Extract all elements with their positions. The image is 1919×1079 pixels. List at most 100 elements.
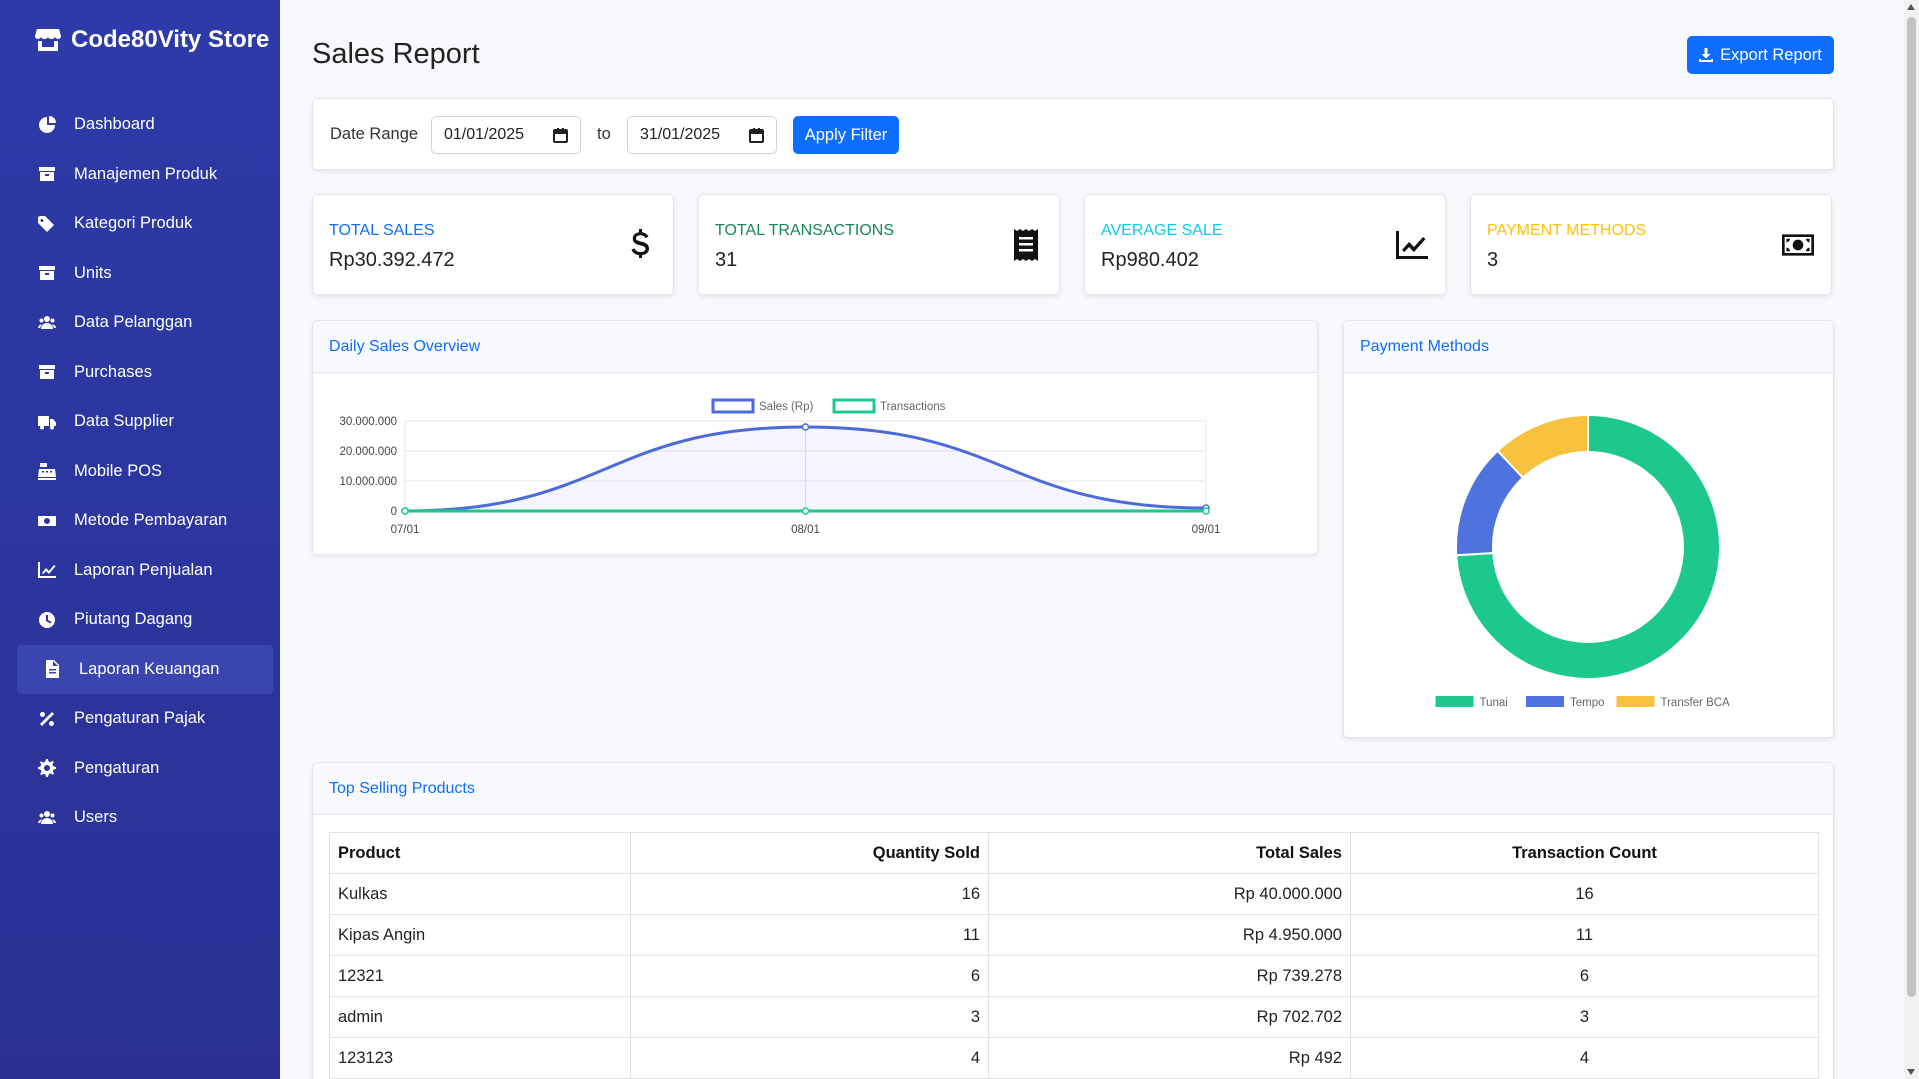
table-row: 123123 4 Rp 492 4	[329, 1037, 1819, 1079]
series-point	[401, 507, 409, 515]
export-report-button[interactable]: Export Report	[1687, 36, 1834, 74]
scroll-up-arrow[interactable]	[1907, 4, 1915, 10]
sidebar-item-users[interactable]: Users	[17, 793, 273, 843]
sidebar-item-pengaturan-pajak[interactable]: Pengaturan Pajak	[17, 694, 273, 744]
sidebar-item-label: Laporan Penjualan	[74, 560, 213, 579]
column-header[interactable]: Product	[329, 832, 631, 874]
box-icon	[38, 363, 56, 381]
daily-sales-card: Daily Sales Overview Sales (Rp) Transacti…	[312, 320, 1318, 555]
box-icon	[38, 264, 56, 282]
y-tick-label: 30.000.000	[339, 416, 397, 428]
table-cell: 3	[1350, 996, 1819, 1038]
date-to-input[interactable]: 31/01/2025	[627, 116, 777, 154]
stat-value: 3	[1487, 249, 1499, 271]
table-cell: admin	[329, 996, 631, 1038]
payment-methods-card: Payment Methods Tunai Tempo Transfer BCA	[1343, 320, 1834, 738]
stat-label: Payment Methods	[1487, 222, 1647, 239]
sidebar-item-laporan-penjualan[interactable]: Laporan Penjualan	[17, 546, 273, 596]
series-point	[1202, 507, 1210, 515]
legend-label: Tunai	[1480, 697, 1508, 709]
stat-card-total-sales: Total Sales Rp30.392.472	[312, 194, 674, 295]
money-icon	[38, 512, 56, 530]
download-icon	[1699, 48, 1714, 62]
daily-sales-chart[interactable]: Sales (Rp) Transactions 0 10.000.000 20.000.…	[313, 374, 1317, 554]
legend-label: Sales (Rp)	[759, 401, 813, 413]
scrollbar-thumb[interactable]	[1907, 17, 1916, 997]
sidebar-item-label: Metode Pembayaran	[74, 511, 228, 530]
stat-card-payment-methods: Payment Methods 3	[1470, 194, 1832, 295]
sidebar-item-units[interactable]: Units	[17, 249, 273, 299]
payment-methods-chart[interactable]: Tunai Tempo Transfer BCA	[1344, 374, 1833, 734]
table-cell: 16	[1350, 873, 1819, 915]
sidebar-item-label: Kategori Produk	[74, 214, 193, 233]
page-title: Sales Report	[312, 38, 480, 70]
payment-methods-title: Payment Methods	[1344, 321, 1833, 373]
box-icon	[38, 165, 56, 183]
sidebar-item-label: Pengaturan	[74, 758, 160, 777]
table-cell: Kipas Angin	[329, 914, 631, 956]
sidebar-item-kategori-produk[interactable]: Kategori Produk	[17, 199, 273, 249]
apply-filter-button[interactable]: Apply Filter	[793, 116, 899, 154]
stat-card-average-sale: Average Sale Rp980.402	[1084, 194, 1446, 295]
stat-card-total-transactions: Total Transactions 31	[698, 194, 1060, 295]
sidebar-item-pengaturan[interactable]: Pengaturan	[17, 744, 273, 794]
sidebar-item-label: Piutang Dagang	[74, 610, 193, 629]
sidebar-item-manajemen-produk[interactable]: Manajemen Produk	[17, 150, 273, 200]
clock-icon	[38, 611, 56, 629]
percent-icon	[38, 710, 56, 728]
sidebar-item-dashboard[interactable]: Dashboard	[17, 100, 273, 150]
table-cell: 16	[630, 873, 989, 915]
y-tick-label: 0	[391, 506, 397, 518]
stat-value: Rp980.402	[1101, 249, 1199, 271]
sidebar-item-data-pelanggan[interactable]: Data Pelanggan	[17, 298, 273, 348]
sidebar-item-mobile-pos[interactable]: Mobile POS	[17, 447, 273, 497]
column-header[interactable]: Quantity Sold	[630, 832, 989, 874]
store-icon	[35, 29, 61, 51]
table-cell: Rp 739.278	[988, 955, 1351, 997]
sidebar-item-label: Mobile POS	[74, 461, 163, 480]
date-from-value: 01/01/2025	[444, 126, 525, 143]
column-header[interactable]: Transaction Count	[1350, 832, 1819, 874]
sidebar-item-laporan-keuangan[interactable]: Laporan Keuangan	[17, 644, 273, 694]
date-range-label: Date Range	[330, 125, 419, 143]
sidebar-item-metode-pembayaran[interactable]: Metode Pembayaran	[17, 496, 273, 546]
table-cell: 4	[630, 1037, 989, 1079]
sidebar-item-purchases[interactable]: Purchases	[17, 348, 273, 398]
date-from-input[interactable]: 01/01/2025	[431, 116, 581, 154]
users-icon	[38, 314, 56, 332]
sidebar-item-label: Pengaturan Pajak	[74, 709, 206, 728]
sidebar: Code80Vity Store Dashboard Manajemen Prod…	[0, 0, 280, 1079]
table-cell: Rp 492	[988, 1037, 1351, 1079]
brand-name: Code80Vity Store	[71, 26, 270, 53]
table-cell: Rp 4.950.000	[988, 914, 1351, 956]
stat-label: Total Sales	[329, 222, 435, 239]
legend-swatch	[1435, 696, 1474, 707]
table-cell: 11	[630, 914, 989, 956]
x-tick-label: 09/01	[1192, 524, 1221, 536]
calendar-icon[interactable]	[553, 128, 568, 143]
sidebar-item-label: Units	[74, 263, 112, 282]
page-scrollbar[interactable]	[1904, 0, 1919, 1079]
gear-icon	[38, 759, 56, 778]
table-cell: 4	[1350, 1037, 1819, 1079]
chart-line-icon	[38, 561, 56, 579]
table-cell: Rp 702.702	[988, 996, 1351, 1038]
table-cell: 6	[630, 955, 989, 997]
sidebar-item-data-supplier[interactable]: Data Supplier	[17, 397, 273, 447]
table-cell: 11	[1350, 914, 1819, 956]
series-point	[801, 423, 810, 431]
brand[interactable]: Code80Vity Store	[35, 26, 269, 54]
sidebar-item-label: Manajemen Produk	[74, 164, 218, 183]
column-header[interactable]: Total Sales	[988, 832, 1351, 874]
scroll-down-arrow[interactable]	[1907, 1069, 1915, 1075]
table-row: admin 3 Rp 702.702 3	[329, 996, 1819, 1038]
legend-label: Transactions	[880, 401, 946, 413]
legend-label: Transfer BCA	[1661, 697, 1731, 709]
table-cell: Kulkas	[329, 873, 631, 915]
tag-icon	[38, 215, 56, 233]
date-to-value: 31/01/2025	[640, 126, 721, 143]
stat-value: Rp30.392.472	[329, 249, 455, 271]
sidebar-item-piutang-dagang[interactable]: Piutang Dagang	[17, 595, 273, 645]
calendar-icon[interactable]	[749, 128, 764, 143]
sidebar-nav: Dashboard Manajemen Produk Kategori Produk…	[17, 100, 273, 843]
